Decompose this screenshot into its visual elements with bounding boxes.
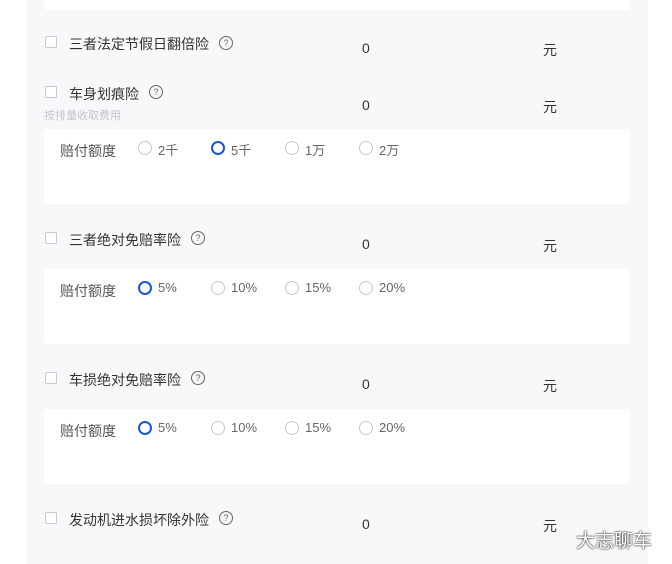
engine-water-damage-label: 发动机进水损坏除外险: [69, 512, 209, 528]
option-label: 2万: [379, 143, 400, 158]
engine-water-damage-unit: 元: [543, 518, 557, 534]
radio-icon: [359, 141, 373, 155]
option-label: 10%: [231, 420, 258, 435]
scratch-label: 车身划痕险: [69, 86, 139, 102]
radio-icon: [285, 421, 299, 435]
top-card-edge: [44, 0, 630, 10]
third-party-deductible-checkbox[interactable]: [45, 232, 57, 244]
vehicle-damage-deductible-unit: 元: [543, 378, 557, 394]
third-party-deductible-unit: 元: [543, 238, 557, 254]
scratch-price: 0: [362, 97, 370, 113]
option-label: 20%: [379, 280, 406, 295]
holiday-double-label: 三者法定节假日翻倍险: [69, 36, 209, 52]
option-label: 2千: [158, 143, 179, 158]
vehicle-damage-deductible-checkbox[interactable]: [45, 372, 57, 384]
help-icon[interactable]: ?: [191, 231, 205, 245]
option-label: 15%: [305, 280, 332, 295]
vehicle-damage-deductible-price: 0: [362, 376, 370, 392]
radio-selected-icon: [211, 141, 225, 155]
radio-icon: [359, 281, 373, 295]
payout-limit-box-vehicle-damage: 赔付额度 5% 10% 15% 20%: [44, 409, 630, 484]
option-label: 20%: [379, 420, 406, 435]
radio-icon: [359, 421, 373, 435]
radio-selected-icon: [138, 281, 152, 295]
insurance-item-engine-water-damage: 发动机进水损坏除外险 ? 0 元: [0, 506, 672, 536]
scratch-checkbox[interactable]: [45, 86, 57, 98]
third-party-deductible-label: 三者绝对免赔率险: [69, 232, 181, 248]
payout-limit-label: 赔付额度: [60, 283, 116, 299]
third-party-deductible-price: 0: [362, 236, 370, 252]
vehicle-damage-deductible-label: 车损绝对免赔率险: [69, 372, 181, 388]
engine-water-damage-checkbox[interactable]: [45, 512, 57, 524]
watermark: 大志聊车: [576, 531, 653, 552]
radio-icon: [211, 281, 225, 295]
radio-icon: [211, 421, 225, 435]
option-label: 5%: [158, 280, 177, 295]
insurance-item-third-party-deductible: 三者绝对免赔率险 ? 0 元: [0, 226, 672, 256]
option-label: 1万: [305, 143, 326, 158]
help-icon[interactable]: ?: [191, 371, 205, 385]
radio-icon: [138, 141, 152, 155]
help-icon[interactable]: ?: [219, 36, 233, 50]
scratch-unit: 元: [543, 99, 557, 115]
option-label: 5%: [158, 420, 177, 435]
payout-limit-label: 赔付额度: [60, 423, 116, 439]
help-icon[interactable]: ?: [219, 511, 233, 525]
radio-icon: [285, 141, 299, 155]
option-label: 15%: [305, 420, 332, 435]
payout-limit-box-scratch: 赔付额度 2千 5千 1万 2万: [44, 129, 630, 204]
scratch-note: 按排量收取费用: [44, 110, 121, 122]
holiday-double-price: 0: [362, 40, 370, 56]
insurance-item-scratch: 车身划痕险 ? 0 元: [0, 80, 672, 115]
insurance-item-holiday-double: 三者法定节假日翻倍险 ? 0 元: [0, 30, 672, 60]
insurance-item-vehicle-damage-deductible: 车损绝对免赔率险 ? 0 元: [0, 366, 672, 396]
engine-water-damage-price: 0: [362, 516, 370, 532]
payout-limit-box-third-party: 赔付额度 5% 10% 15% 20%: [44, 269, 630, 344]
payout-limit-label: 赔付额度: [60, 143, 116, 159]
option-label: 10%: [231, 280, 258, 295]
holiday-double-unit: 元: [543, 42, 557, 58]
radio-selected-icon: [138, 421, 152, 435]
help-icon[interactable]: ?: [149, 85, 163, 99]
radio-icon: [285, 281, 299, 295]
holiday-double-checkbox[interactable]: [45, 36, 57, 48]
option-label: 5千: [231, 143, 252, 158]
